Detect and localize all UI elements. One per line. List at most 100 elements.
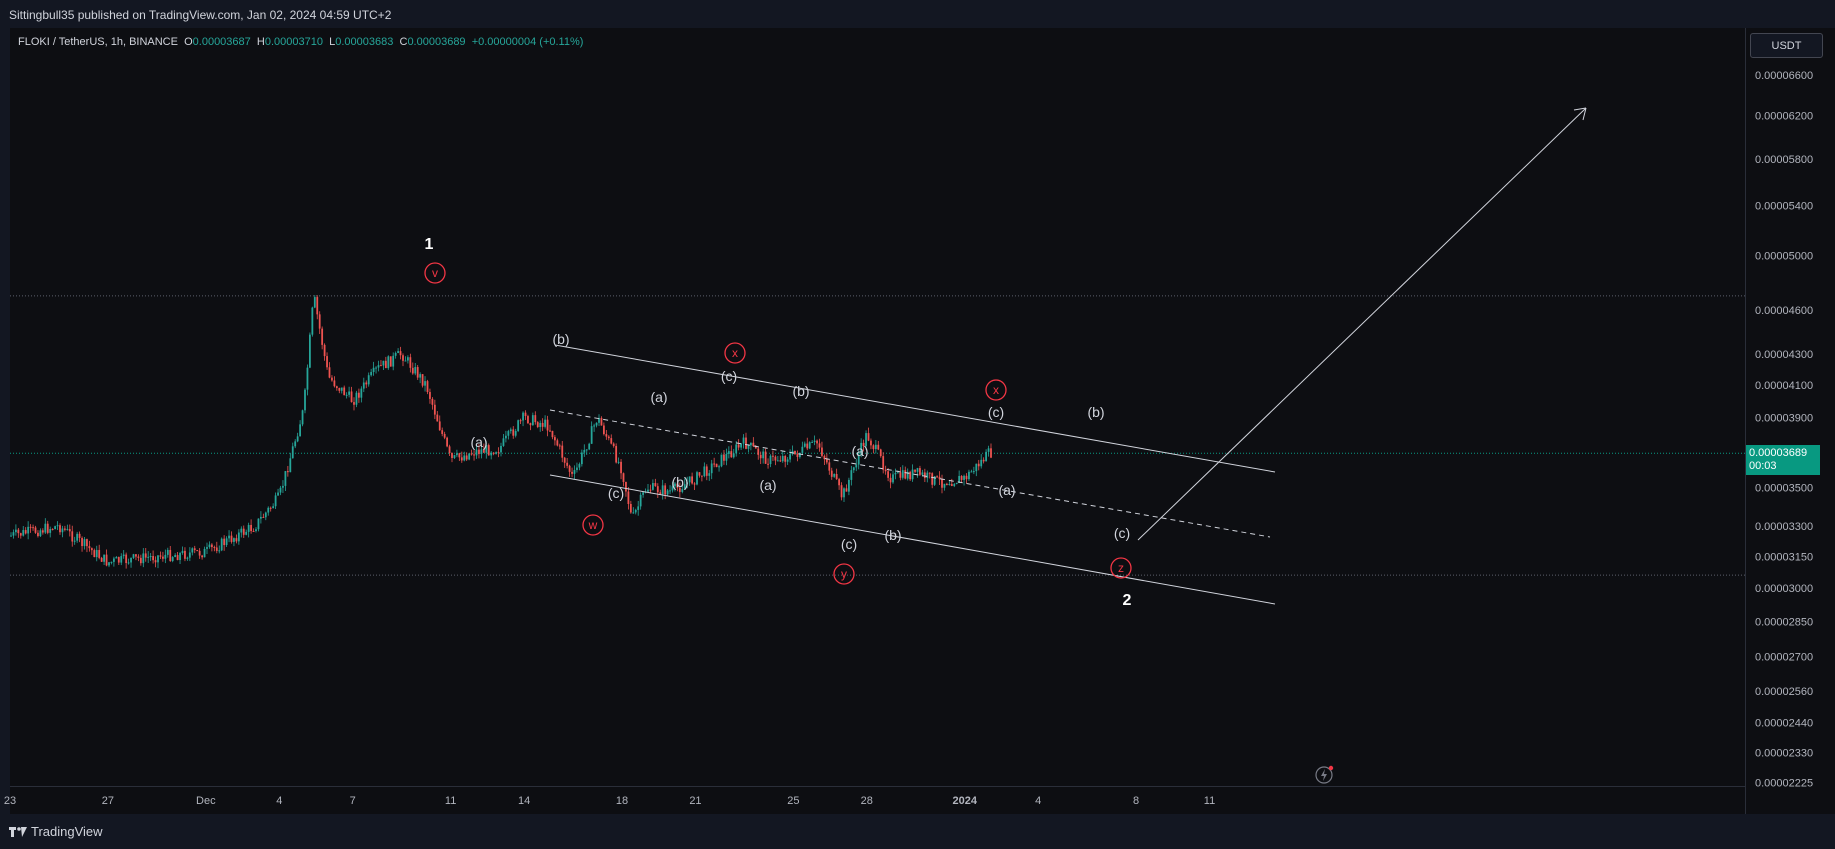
wave-label-minor[interactable]: (b) xyxy=(671,474,688,490)
candle-body xyxy=(46,523,49,533)
candle-body xyxy=(117,557,120,563)
candle-body xyxy=(179,552,181,561)
wave-label-minor[interactable]: (c) xyxy=(988,404,1004,420)
wave-label-minor[interactable]: (a) xyxy=(759,477,776,493)
candle-body xyxy=(355,392,358,405)
candle-body xyxy=(808,442,811,449)
candle-body xyxy=(811,441,814,443)
candle-body xyxy=(421,374,424,386)
channel-lower-line[interactable] xyxy=(549,474,1276,605)
candle-body xyxy=(203,548,206,558)
candle-body xyxy=(132,554,135,558)
candle-body xyxy=(397,351,399,353)
candle-body xyxy=(186,557,189,559)
candle-body xyxy=(478,449,480,455)
candle-body xyxy=(458,453,461,458)
wave-label-minor[interactable]: (c) xyxy=(721,368,737,384)
candle-body xyxy=(340,387,343,391)
tradingview-logo[interactable]: TradingView xyxy=(9,824,103,839)
candle-body xyxy=(127,562,130,564)
candle-body xyxy=(453,455,456,458)
candle-body xyxy=(874,444,877,450)
candle-body xyxy=(157,555,159,563)
candle-body xyxy=(921,472,924,475)
candle-body xyxy=(301,410,304,425)
candle-body xyxy=(257,518,260,530)
candle-body xyxy=(639,494,642,507)
candle-body xyxy=(49,529,52,533)
high-label: H xyxy=(256,36,265,48)
candle-body xyxy=(316,297,319,315)
wave-label-minor[interactable]: (a) xyxy=(998,482,1015,498)
currency-button[interactable]: USDT xyxy=(1750,33,1823,58)
candle-body xyxy=(10,535,12,537)
candle-body xyxy=(15,529,17,533)
candle-body xyxy=(181,550,184,553)
candle-body xyxy=(500,445,502,453)
candle-body xyxy=(294,441,297,447)
lightning-alert-icon[interactable] xyxy=(1314,765,1334,785)
price-tick-label: 0.00003900 xyxy=(1755,412,1813,424)
candle-body xyxy=(44,523,47,533)
candle-body xyxy=(696,472,698,485)
candle-body xyxy=(115,557,118,559)
wave-label-minor[interactable]: (b) xyxy=(1087,404,1104,420)
change-value: +0.00000004 (+0.11%) xyxy=(471,36,584,48)
price-tick-label: 0.00002440 xyxy=(1755,717,1813,729)
candle-body xyxy=(416,367,419,378)
wave-label-minor[interactable]: (b) xyxy=(792,383,809,399)
candle-body xyxy=(230,535,233,542)
wave-label-minor[interactable]: (a) xyxy=(470,434,487,450)
candle-body xyxy=(284,471,287,486)
candle-body xyxy=(982,459,985,462)
wave-label-minor[interactable]: (a) xyxy=(650,389,667,405)
wave-label-major[interactable]: 2 xyxy=(1123,592,1132,609)
price-tick-label: 0.00004600 xyxy=(1755,305,1813,317)
candle-body xyxy=(105,554,108,566)
candle-body xyxy=(267,507,270,513)
candle-body xyxy=(135,554,137,557)
candle-body xyxy=(201,555,203,558)
candle-body xyxy=(338,388,341,391)
candle-body xyxy=(139,557,142,564)
candle-body xyxy=(213,547,216,549)
candle-body xyxy=(19,533,22,536)
symbol-name[interactable]: FLOKI / TetherUS, 1h, BINANCE xyxy=(18,36,178,48)
candle-body xyxy=(828,462,831,471)
candle-body xyxy=(367,375,370,385)
wave-label-minor[interactable]: (c) xyxy=(1114,525,1130,541)
wave-label-minor[interactable]: (c) xyxy=(608,485,624,501)
candle-body xyxy=(313,297,316,308)
candle-body xyxy=(737,444,740,448)
time-tick-label: Dec xyxy=(196,795,216,807)
candle-body xyxy=(656,486,659,493)
price-tick-label: 0.00005800 xyxy=(1755,154,1813,166)
wave-label-minor[interactable]: (b) xyxy=(552,331,569,347)
candle-body xyxy=(561,445,564,458)
wave-label-minor[interactable]: (a) xyxy=(851,443,868,459)
candle-body xyxy=(725,453,728,461)
wave-label-circled: x xyxy=(732,346,738,360)
tradingview-logo-icon xyxy=(9,826,27,837)
candle-body xyxy=(438,421,441,431)
wave-label-minor[interactable]: (b) xyxy=(884,527,901,543)
low-value: 0.00003683 xyxy=(335,36,394,48)
wave-label-major[interactable]: 1 xyxy=(425,236,434,253)
wave-label-minor[interactable]: (c) xyxy=(841,536,857,552)
candle-body xyxy=(495,452,497,454)
candle-body xyxy=(358,392,360,398)
time-tick-label: 11 xyxy=(445,795,456,807)
candle-body xyxy=(852,467,855,471)
candle-body xyxy=(637,506,640,510)
candle-body xyxy=(968,471,970,480)
candle-body xyxy=(627,491,630,504)
candle-body xyxy=(12,532,15,536)
chart-canvas[interactable]: 0.00006600 0.00006200 0.00005800 0.00005400… xyxy=(0,0,1835,849)
projection-arrow-line[interactable] xyxy=(1137,107,1587,541)
candle-body xyxy=(904,470,907,479)
candle-body xyxy=(247,524,250,532)
footer-bar xyxy=(0,814,1835,849)
candle-body xyxy=(600,417,603,426)
candle-body xyxy=(223,538,226,546)
channel-upper-line[interactable] xyxy=(554,344,1276,473)
